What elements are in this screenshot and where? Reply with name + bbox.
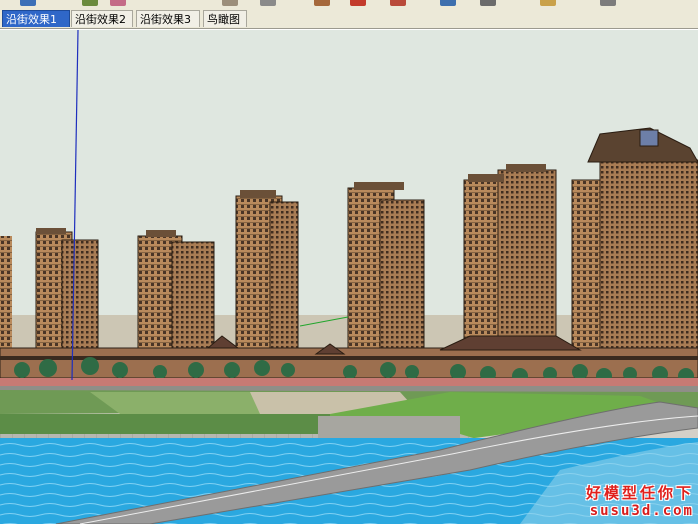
tower-block-2 (35, 228, 99, 363)
model-scene (0, 30, 698, 524)
tape-measure-icon[interactable] (440, 0, 456, 6)
rotate-tool-icon[interactable] (390, 0, 406, 6)
scene-tab-bar: 沿街效果1 沿街效果2 沿街效果3 鸟瞰图 (0, 8, 698, 29)
watermark: 好模型任你下 susu3d.com (574, 482, 694, 522)
tower-block-5 (347, 182, 425, 367)
push-pull-icon[interactable] (314, 0, 330, 6)
pan-icon[interactable] (540, 0, 556, 6)
model-viewport[interactable]: 好模型任你下 susu3d.com (0, 29, 698, 524)
tab-street-view-3[interactable]: 沿街效果3 (136, 10, 200, 27)
tower-block-4 (235, 190, 299, 367)
tab-street-view-1[interactable]: 沿街效果1 (2, 10, 70, 27)
zoom-icon[interactable] (600, 0, 616, 6)
tab-street-view-2[interactable]: 沿街效果2 (71, 10, 133, 27)
watermark-url: susu3d.com (589, 503, 694, 519)
eraser-icon[interactable] (110, 0, 126, 6)
watermark-slogan: 好模型任你下 (585, 484, 694, 502)
orbit-icon[interactable] (480, 0, 496, 6)
move-tool-icon[interactable] (350, 0, 366, 6)
tower-block-3 (137, 230, 215, 365)
tower-block-1 (0, 236, 12, 361)
select-tool-icon[interactable] (20, 0, 36, 6)
paint-bucket-icon[interactable] (82, 0, 98, 6)
line-tool-icon[interactable] (260, 0, 276, 6)
rectangle-tool-icon[interactable] (222, 0, 238, 6)
tab-aerial-view[interactable]: 鸟瞰图 (203, 10, 247, 27)
